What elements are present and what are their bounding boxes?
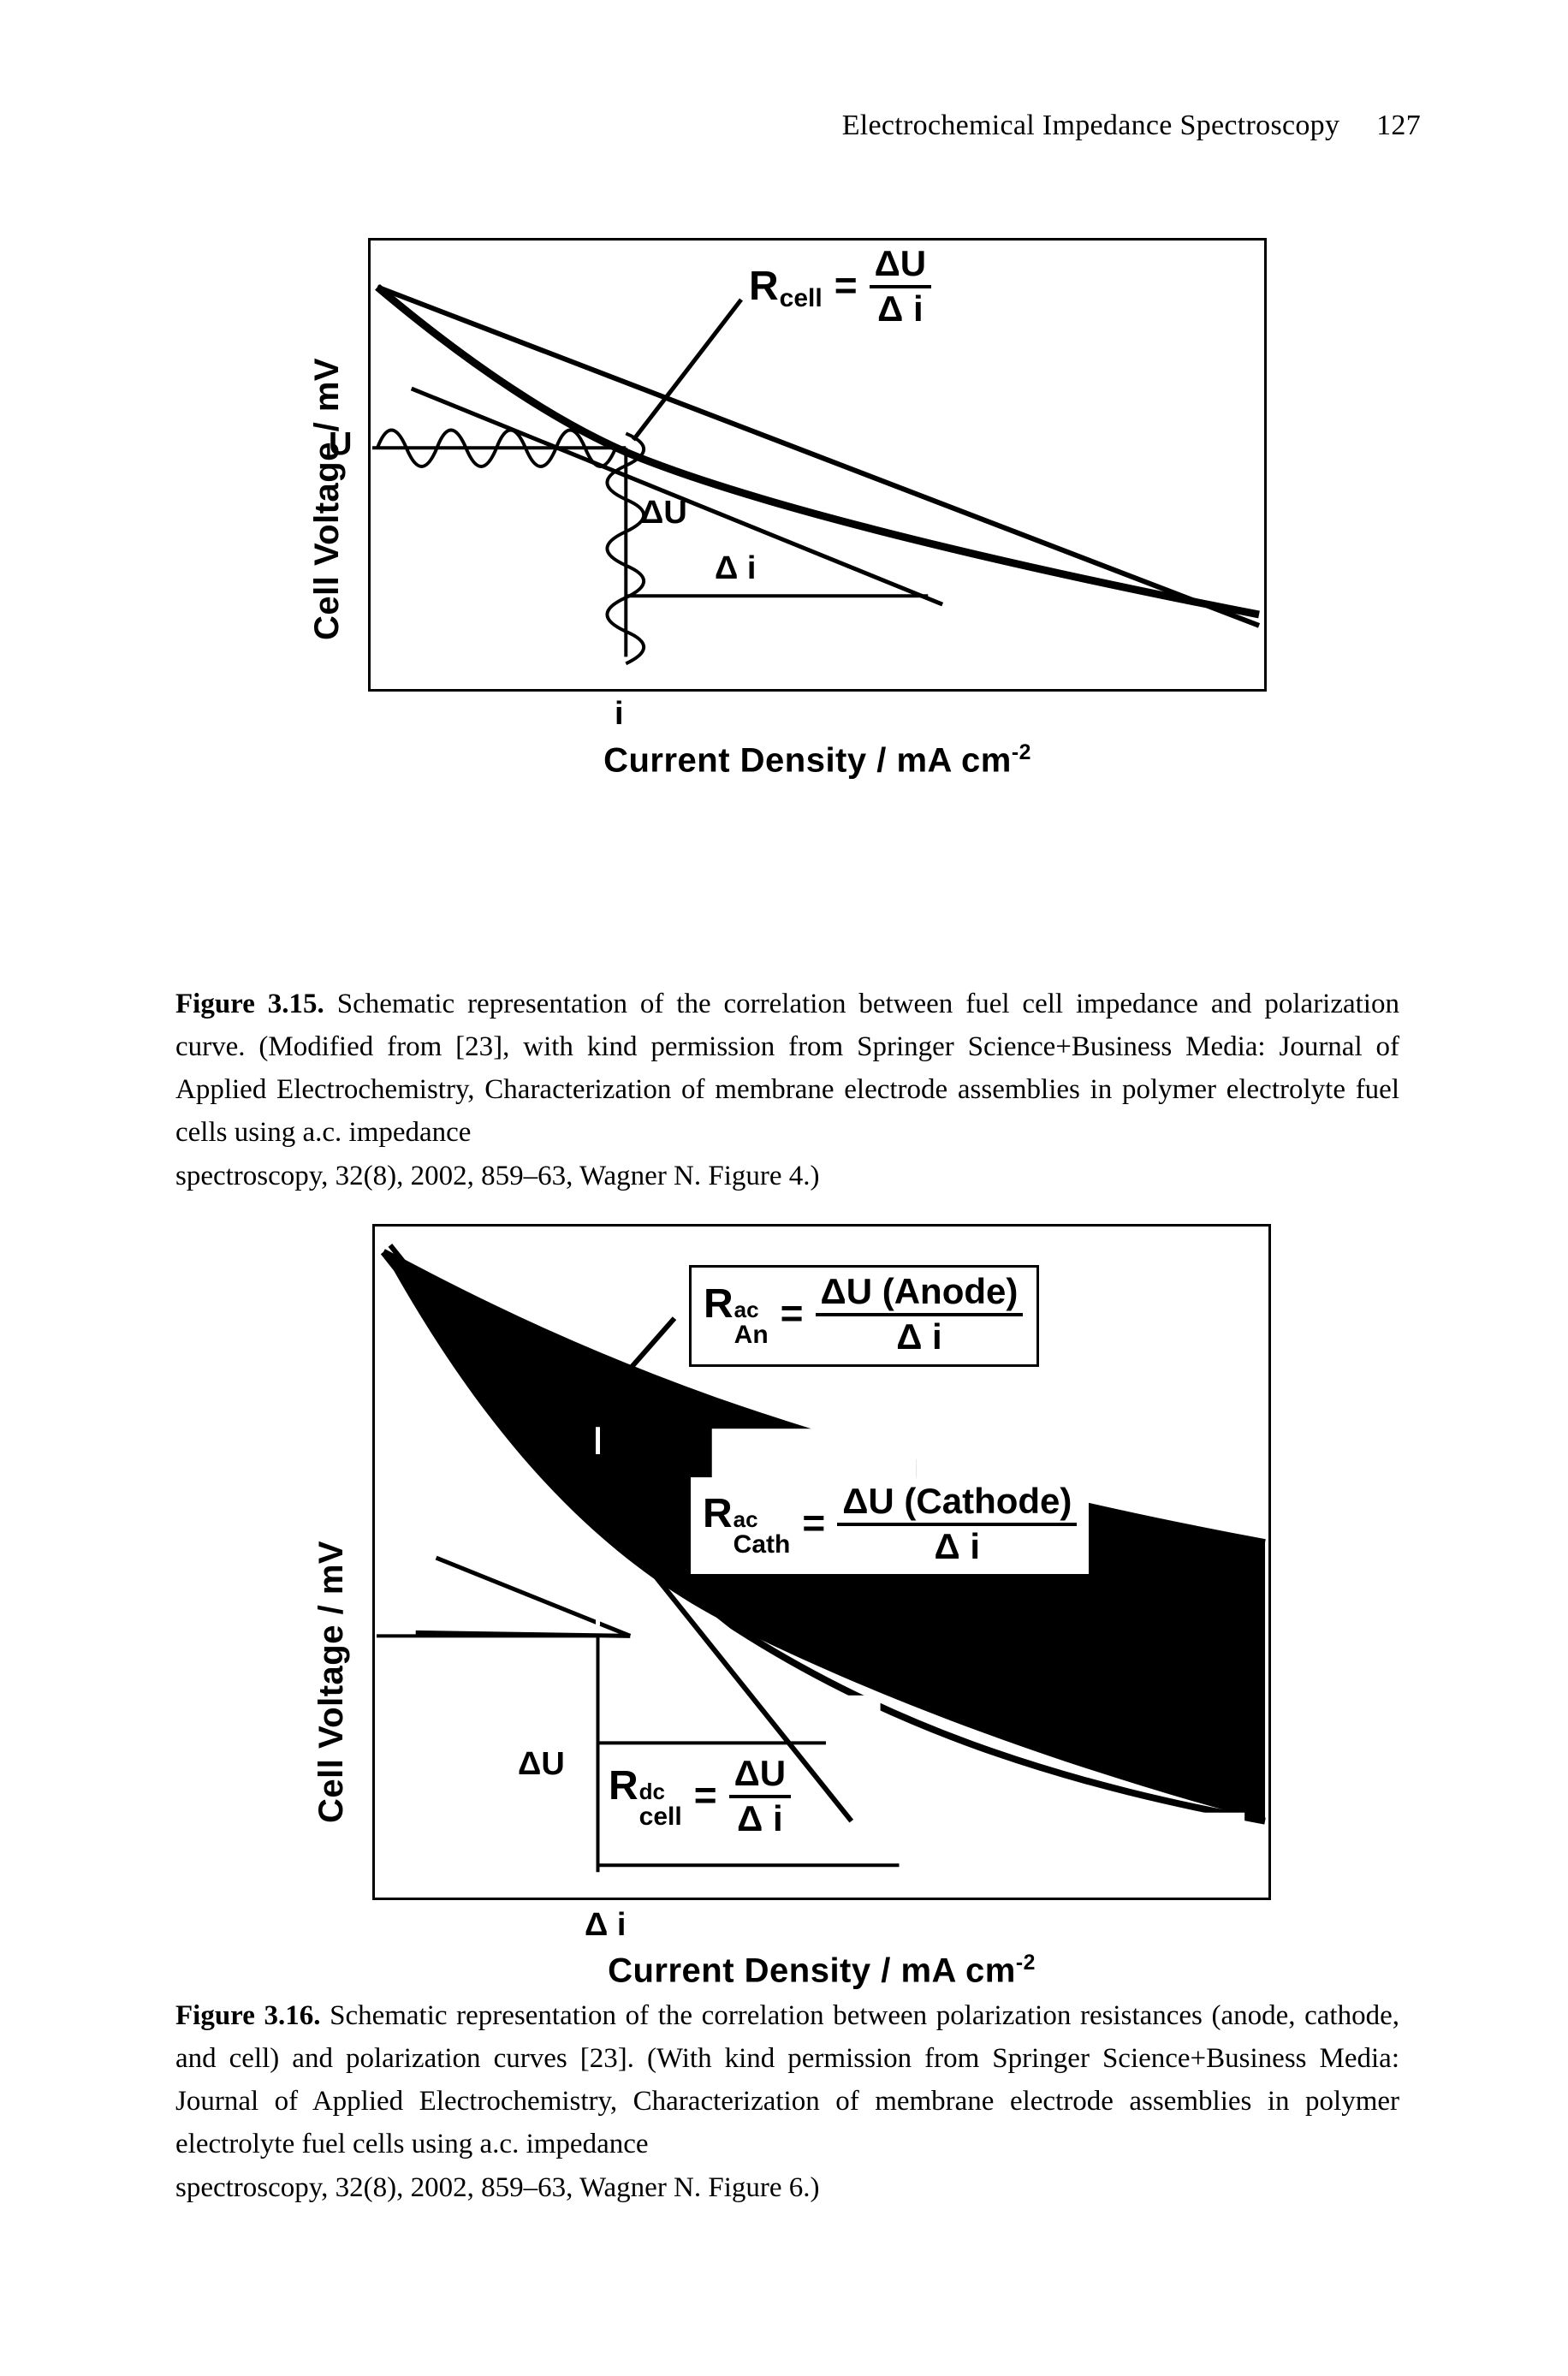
- formula-rcell-fraction: ΔU Δ i: [869, 243, 932, 329]
- leader-line-rcell: [632, 298, 743, 442]
- page-number: 127: [1376, 110, 1421, 141]
- formula-r-anode-superscript: ac: [734, 1297, 759, 1323]
- x-tick-label-i: i: [615, 696, 624, 732]
- x-tick-label-delta-i: Δ i: [585, 1907, 627, 1943]
- caption-316-text: Schematic representation of the correlat…: [175, 2000, 1399, 2160]
- tangent-line-2: [435, 1555, 632, 1638]
- caption-316-label: Figure 3.16.: [175, 2000, 321, 2031]
- formula-r-cathode-scripts: ac Cath: [734, 1508, 791, 1558]
- x-axis-title: Current Density / mA cm-2: [394, 741, 1241, 780]
- formula-r-anode-numerator: ΔU (Anode): [820, 1271, 1019, 1311]
- formula-rcell-equals: =: [834, 262, 858, 307]
- formula-r-anode-subscript: An: [734, 1321, 769, 1350]
- formula-r-anode-equals: =: [780, 1290, 804, 1335]
- running-head: Electrochemical Impedance Spectroscopy 1…: [0, 110, 1421, 142]
- formula-rcell: Rcell = ΔU Δ i: [749, 243, 932, 329]
- formula-r-anode-scripts: ac An: [734, 1298, 769, 1348]
- x-axis-title-exponent-316: -2: [1015, 1951, 1036, 1975]
- caption-316-body: Figure 3.16. Schematic representation of…: [175, 1994, 1399, 2166]
- formula-r-anode-denominator: Δ i: [896, 1316, 942, 1357]
- formula-r-cell-dc-superscript: dc: [638, 1779, 666, 1805]
- formula-rcell-subscript: cell: [779, 284, 823, 313]
- caption-315-text: Schematic representation of the correlat…: [175, 989, 1399, 1149]
- running-head-title: Electrochemical Impedance Spectroscopy: [841, 110, 1340, 141]
- label-delta-u-316: ΔU: [518, 1746, 565, 1782]
- figure-3-15: Rcell = ΔU Δ i U ΔU Δ i Cell Voltage / m…: [308, 238, 1267, 779]
- leader-arrow-anode: [603, 1385, 620, 1401]
- formula-rcell-lhs: Rcell: [749, 263, 823, 313]
- formula-r-cathode-denominator: Δ i: [934, 1525, 981, 1566]
- caption-figure-3-15: Figure 3.15. Schematic representation of…: [175, 983, 1399, 1197]
- formula-r-cell-dc-symbol: R: [609, 1763, 638, 1809]
- formula-r-cathode: R ac Cath = ΔU (Cathode) Δ i: [691, 1477, 1090, 1575]
- caption-figure-3-16: Figure 3.16. Schematic representation of…: [175, 1994, 1399, 2209]
- formula-rcell-symbol: R: [749, 264, 779, 310]
- figure-3-16: R ac An = ΔU (Anode) Δ i R ac Cath = ΔU …: [312, 1224, 1271, 1989]
- formula-r-cathode-superscript: ac: [733, 1506, 758, 1533]
- formula-r-cathode-fraction: ΔU (Cathode) Δ i: [837, 1481, 1078, 1566]
- caption-315-label: Figure 3.15.: [175, 989, 324, 1019]
- formula-r-anode: R ac An = ΔU (Anode) Δ i: [689, 1265, 1040, 1368]
- white-notch-3: [829, 1695, 881, 1747]
- formula-r-cathode-subscript: Cath: [733, 1530, 791, 1559]
- black-speck-1: [463, 1345, 493, 1371]
- formula-r-cell-dc-equals: =: [693, 1772, 717, 1817]
- caption-315-lastline: spectroscopy, 32(8), 2002, 859–63, Wagne…: [175, 1160, 820, 1191]
- formula-r-cathode-equals: =: [802, 1500, 826, 1545]
- formula-r-anode-lhs: R ac An: [704, 1280, 769, 1348]
- formula-r-cathode-numerator: ΔU (Cathode): [842, 1481, 1072, 1521]
- x-axis-title-main: Current Density / mA cm: [603, 741, 1012, 780]
- formula-r-cell-dc: R dc cell = ΔU Δ i: [609, 1753, 792, 1838]
- label-delta-i: Δ i: [715, 550, 757, 586]
- formula-r-cell-dc-denominator: Δ i: [737, 1797, 783, 1838]
- formula-r-anode-fraction: ΔU (Anode) Δ i: [815, 1271, 1024, 1357]
- caption-316-lastline: spectroscopy, 32(8), 2002, 859–63, Wagne…: [175, 2171, 820, 2203]
- formula-r-cell-dc-fraction: ΔU Δ i: [728, 1753, 792, 1838]
- formula-r-cell-dc-numerator: ΔU: [734, 1753, 787, 1793]
- x-axis-title-main-316: Current Density / mA cm: [608, 1951, 1016, 1990]
- formula-r-anode-symbol: R: [704, 1281, 734, 1328]
- formula-r-cell-dc-subscript: cell: [638, 1803, 682, 1832]
- formula-r-cathode-symbol: R: [703, 1491, 733, 1537]
- x-axis-title-316: Current Density / mA cm-2: [398, 1951, 1245, 1990]
- x-axis-title-exponent: -2: [1011, 741, 1031, 764]
- formula-r-cathode-lhs: R ac Cath: [703, 1490, 790, 1558]
- formula-rcell-denominator: Δ i: [877, 288, 924, 329]
- caption-315-body: Figure 3.15. Schematic representation of…: [175, 983, 1399, 1155]
- label-delta-u: ΔU: [640, 495, 687, 531]
- y-axis-title-316: Cell Voltage / mV: [312, 1540, 350, 1823]
- formula-r-cell-dc-scripts: dc cell: [639, 1780, 682, 1830]
- white-notch-4: [880, 1731, 929, 1791]
- formula-rcell-numerator: ΔU: [874, 243, 927, 283]
- white-notch-5: [1190, 1812, 1245, 1835]
- y-axis-title: Cell Voltage / mV: [308, 357, 346, 640]
- formula-r-cell-dc-lhs: R dc cell: [609, 1762, 682, 1830]
